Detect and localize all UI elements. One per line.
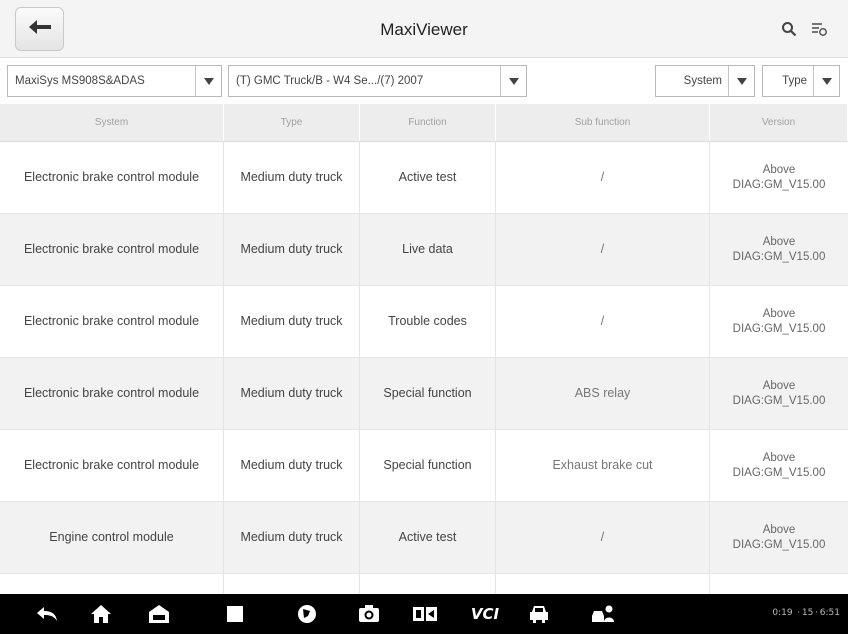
search-icon[interactable] — [778, 18, 800, 40]
column-header-function[interactable]: Function — [360, 104, 496, 141]
cell-type — [224, 574, 360, 594]
cell-version: Above DIAG:GM_V15.00 — [710, 502, 848, 573]
cell-sub-function: Exhaust brake cut — [496, 430, 710, 501]
cell-system: Electronic brake control module — [0, 430, 224, 501]
version-line-2: DIAG:GM_V15.00 — [732, 178, 826, 191]
cell-sub-function: / — [496, 502, 710, 573]
cell-system: Engine control module — [0, 502, 224, 573]
table-row[interactable]: Electronic brake control module Medium d… — [0, 214, 848, 286]
version-line-1: Above — [762, 451, 796, 464]
table-row[interactable]: Engine control module Medium duty truck … — [0, 502, 848, 574]
browser-icon[interactable] — [294, 602, 320, 626]
chevron-down-icon[interactable] — [728, 66, 754, 96]
system-dropdown-label: System — [683, 75, 722, 87]
cell-sub-function: ABS relay — [496, 358, 710, 429]
car-user-icon[interactable] — [590, 602, 616, 626]
status-text: 0:19 · 15 · 6:51 — [772, 608, 840, 618]
model-dropdown[interactable]: MaxiSys MS908S&ADAS — [7, 65, 222, 97]
back-icon[interactable] — [34, 602, 60, 626]
vehicle-icon[interactable] — [526, 602, 552, 626]
filter-bar: MaxiSys MS908S&ADAS (T) GMC Truck/B - W4… — [0, 58, 848, 104]
version-line-2: DIAG:GM_V15.00 — [732, 538, 826, 551]
system-dropdown[interactable]: System — [655, 65, 755, 97]
type-dropdown-label: Type — [782, 75, 807, 87]
column-header-system[interactable]: System — [0, 104, 224, 141]
cell-system — [0, 574, 224, 594]
cell-system: Electronic brake control module — [0, 214, 224, 285]
car-home-icon[interactable] — [146, 602, 172, 626]
table-row-partial[interactable] — [0, 574, 848, 594]
chevron-down-icon[interactable] — [813, 66, 839, 96]
version-line-2: DIAG:GM_V15.00 — [732, 322, 826, 335]
cell-type: Medium duty truck — [224, 502, 360, 573]
cell-function: Active test — [360, 142, 496, 213]
navigation-bar: VCI 0:19 · 15 · 6:51 — [0, 594, 848, 634]
vehicle-dropdown[interactable]: (T) GMC Truck/B - W4 Se.../(7) 2007 — [228, 65, 527, 97]
cell-type: Medium duty truck — [224, 142, 360, 213]
table-row[interactable]: Electronic brake control module Medium d… — [0, 358, 848, 430]
cell-type: Medium duty truck — [224, 286, 360, 357]
cell-version: Above DIAG:GM_V15.00 — [710, 430, 848, 501]
cell-version: Above DIAG:GM_V15.00 — [710, 142, 848, 213]
table-row[interactable]: Electronic brake control module Medium d… — [0, 430, 848, 502]
table-row[interactable]: Electronic brake control module Medium d… — [0, 286, 848, 358]
cell-system: Electronic brake control module — [0, 286, 224, 357]
version-line-1: Above — [762, 307, 796, 320]
cell-type: Medium duty truck — [224, 214, 360, 285]
cell-version — [710, 574, 848, 594]
column-header-sub-function[interactable]: Sub function — [496, 104, 710, 141]
cell-version: Above DIAG:GM_V15.00 — [710, 214, 848, 285]
cell-system: Electronic brake control module — [0, 142, 224, 213]
filter-icon[interactable] — [808, 18, 830, 40]
cell-function: Active test — [360, 502, 496, 573]
column-header-type[interactable]: Type — [224, 104, 360, 141]
cell-version: Above DIAG:GM_V15.00 — [710, 286, 848, 357]
cell-version: Above DIAG:GM_V15.00 — [710, 358, 848, 429]
cell-function: Live data — [360, 214, 496, 285]
version-line-1: Above — [762, 235, 796, 248]
table-header: System Type Function Sub function Versio… — [0, 104, 848, 142]
vci-icon[interactable]: VCI — [468, 602, 502, 626]
screen-switch-icon[interactable] — [412, 602, 438, 626]
chevron-down-icon[interactable] — [195, 66, 221, 96]
version-line-2: DIAG:GM_V15.00 — [732, 250, 826, 263]
vci-label: VCI — [470, 605, 500, 623]
cell-sub-function: / — [496, 142, 710, 213]
cell-function: Special function — [360, 358, 496, 429]
cell-type: Medium duty truck — [224, 430, 360, 501]
model-dropdown-label: MaxiSys MS908S&ADAS — [15, 75, 145, 87]
cell-sub-function: / — [496, 214, 710, 285]
version-line-1: Above — [762, 379, 796, 392]
home-icon[interactable] — [88, 602, 114, 626]
version-line-1: Above — [762, 523, 796, 536]
recent-apps-icon[interactable] — [222, 602, 248, 626]
vehicle-dropdown-label: (T) GMC Truck/B - W4 Se.../(7) 2007 — [236, 75, 424, 87]
version-line-1: Above — [762, 163, 796, 176]
cell-function: Trouble codes — [360, 286, 496, 357]
column-header-version[interactable]: Version — [710, 104, 848, 141]
cell-type: Medium duty truck — [224, 358, 360, 429]
page-title: MaxiViewer — [380, 20, 468, 39]
cell-sub-function: / — [496, 286, 710, 357]
table-row[interactable]: Electronic brake control module Medium d… — [0, 142, 848, 214]
version-line-2: DIAG:GM_V15.00 — [732, 466, 826, 479]
version-line-2: DIAG:GM_V15.00 — [732, 394, 826, 407]
title-bar: MaxiViewer — [0, 0, 848, 58]
cell-function: Special function — [360, 430, 496, 501]
cell-function — [360, 574, 496, 594]
cell-system: Electronic brake control module — [0, 358, 224, 429]
type-dropdown[interactable]: Type — [762, 65, 840, 97]
cell-sub-function — [496, 574, 710, 594]
chevron-down-icon[interactable] — [500, 66, 526, 96]
camera-icon[interactable] — [356, 602, 382, 626]
